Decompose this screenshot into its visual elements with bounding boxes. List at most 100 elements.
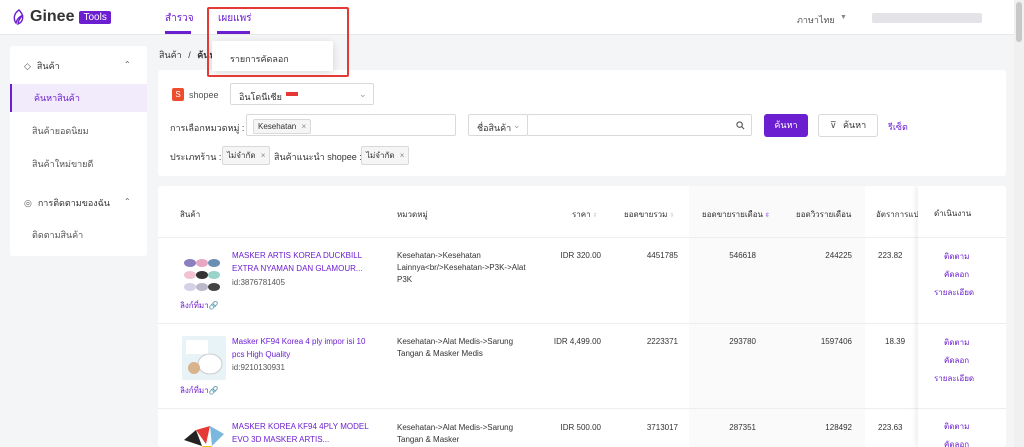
- total-sales-cell: 3713017: [646, 423, 678, 432]
- source-link[interactable]: ลิงก์ที่มา🔗: [180, 299, 219, 312]
- chevron-up-icon[interactable]: ⌃: [124, 197, 131, 206]
- product-thumbnail[interactable]: [182, 420, 226, 447]
- total-sales-cell: 4451785: [646, 251, 678, 260]
- sidebar: ◇ สินค้า ⌃ ค้นหาสินค้า สินค้ายอดนิยม สิน…: [10, 46, 147, 256]
- product-thumbnail[interactable]: [182, 336, 226, 380]
- col-header-monthly-sales[interactable]: ยอดขายรายเดือน ⇳: [702, 208, 770, 221]
- category-cell: Kesehatan->Kesehatan Lainnya<br/>Kesehat…: [397, 251, 526, 284]
- platform-label: shopee: [189, 90, 219, 100]
- product-title-link[interactable]: Masker KF94 Korea 4 ply impor isi 10 pcs…: [232, 335, 372, 361]
- sidebar-item-new-bestsellers[interactable]: สินค้าใหม่ขายดี: [10, 150, 147, 178]
- close-icon[interactable]: ×: [400, 151, 405, 160]
- chevron-down-icon: ⌄: [513, 120, 521, 130]
- recommend-tag: ไม่จำกัด ×: [361, 146, 410, 165]
- highlight-box: [207, 7, 349, 77]
- sort-icon[interactable]: ⇳: [669, 213, 674, 219]
- tab-explore-underline: [165, 31, 191, 34]
- conversion-cell: 223.63: [878, 423, 903, 432]
- shop-type-label: ประเภทร้าน :: [170, 152, 222, 162]
- conversion-cell: 18.39: [885, 337, 906, 346]
- row-actions: ติดตาม คัดลอก รายละเอียด: [934, 248, 974, 302]
- sort-icon[interactable]: ⇳: [593, 213, 598, 219]
- user-account-blurred[interactable]: [872, 13, 982, 23]
- total-sales-cell: 2223371: [646, 337, 678, 346]
- page-scrollbar-thumb[interactable]: [1016, 2, 1022, 42]
- category-cell: Kesehatan->Alat Medis->Sarung Tangan & M…: [397, 337, 514, 358]
- col-header-price-label: ราคา: [572, 210, 591, 219]
- product-id: id:3876781405: [232, 278, 285, 287]
- header-divider: [918, 237, 1006, 238]
- sidebar-item-search-products[interactable]: ค้นหาสินค้า: [10, 84, 147, 112]
- row-actions: ติดตาม คัดลอก: [944, 418, 969, 447]
- col-header-total-sales[interactable]: ยอดขายรวม ⇳: [624, 208, 674, 221]
- breadcrumb-separator: /: [188, 50, 191, 60]
- details-link[interactable]: รายละเอียด: [934, 284, 974, 302]
- sidebar-group-my-tracking[interactable]: ◎ การติดตามของฉัน: [24, 196, 110, 210]
- copy-link[interactable]: คัดลอก: [944, 436, 969, 447]
- follow-link[interactable]: ติดตาม: [944, 334, 974, 352]
- recommend-tag-label: ไม่จำกัด: [366, 151, 395, 160]
- sidebar-group-label: สินค้า: [36, 61, 60, 71]
- monthly-views-cell: 128492: [825, 423, 852, 432]
- language-selector[interactable]: ภาษาไทย: [797, 13, 835, 27]
- search-input[interactable]: [527, 114, 752, 136]
- ginee-leaf-icon: [13, 9, 24, 25]
- category-tag-label: Kesehatan: [258, 122, 297, 131]
- sidebar-item-popular-products[interactable]: สินค้ายอดนิยม: [10, 117, 147, 145]
- country-value: อินโดนีเซีย: [239, 92, 282, 102]
- source-link-label: ลิงก์ที่มา: [180, 386, 209, 395]
- header-divider: [158, 237, 1006, 238]
- sidebar-item-track-products[interactable]: ติดตามสินค้า: [10, 221, 147, 249]
- category-select[interactable]: Kesehatan ×: [246, 114, 456, 136]
- close-icon[interactable]: ×: [302, 122, 307, 131]
- tab-explore[interactable]: สำรวจ: [165, 11, 194, 26]
- copy-link[interactable]: คัดลอก: [944, 266, 974, 284]
- search-button[interactable]: ค้นหา: [764, 114, 808, 137]
- details-link[interactable]: รายละเอียด: [934, 370, 974, 388]
- row-divider: [158, 323, 1006, 324]
- product-title-link[interactable]: MASKER KOREA KF94 4PLY MODEL EVO 3D MASK…: [232, 420, 372, 446]
- search-field-select[interactable]: ชื่อสินค้า ⌄: [468, 114, 528, 136]
- filter-search-label: ค้นหา: [842, 120, 867, 130]
- logo-badge: Tools: [79, 10, 111, 24]
- country-select[interactable]: อินโดนีเซีย ⌄: [230, 83, 374, 105]
- chevron-up-icon[interactable]: ⌃: [124, 60, 131, 69]
- actions-column: ดำเนินงาน: [918, 186, 1006, 447]
- copy-link[interactable]: คัดลอก: [944, 352, 974, 370]
- recommend-label: สินค้าแนะนำ shopee :: [274, 152, 362, 162]
- follow-link[interactable]: ติดตาม: [944, 418, 969, 436]
- source-link-label: ลิงก์ที่มา: [180, 301, 209, 310]
- chevron-down-icon: ⌄: [359, 89, 367, 99]
- page-scrollbar[interactable]: [1014, 0, 1024, 447]
- tag-icon: ◇: [24, 60, 31, 71]
- col-header-price[interactable]: ราคา ⇳: [572, 208, 598, 221]
- top-bar: Ginee Tools สำรวจ เผยแพร่ ภาษาไทย ▼: [0, 0, 1024, 35]
- col-header-conversion[interactable]: อัตราการแปล: [876, 208, 924, 221]
- sidebar-group-products[interactable]: ◇ สินค้า: [24, 59, 60, 73]
- target-icon: ◎: [24, 197, 32, 208]
- row-divider: [918, 408, 1006, 409]
- sort-desc-icon[interactable]: ⇳: [765, 213, 770, 219]
- price-cell: IDR 4,499.00: [553, 337, 601, 346]
- category-tag: Kesehatan ×: [253, 119, 312, 134]
- search-field-value: ชื่อสินค้า: [477, 123, 512, 133]
- col-header-actions: ดำเนินงาน: [934, 209, 972, 218]
- source-link[interactable]: ลิงก์ที่มา🔗: [180, 384, 219, 397]
- product-id: id:9210130931: [232, 363, 285, 372]
- logo[interactable]: Ginee Tools: [12, 8, 111, 26]
- breadcrumb-root[interactable]: สินค้า: [159, 50, 182, 60]
- row-actions: ติดตาม คัดลอก รายละเอียด: [934, 334, 974, 388]
- indonesia-flag-icon: [286, 92, 298, 96]
- col-header-product: สินค้า: [180, 210, 201, 219]
- product-title-link[interactable]: MASKER ARTIS KOREA DUCKBILL EXTRA NYAMAN…: [232, 249, 372, 275]
- sidebar-group-label: การติดตามของฉัน: [37, 198, 110, 208]
- chevron-down-icon[interactable]: ▼: [840, 14, 847, 21]
- reset-link[interactable]: รีเซ็ต: [888, 120, 908, 134]
- search-icon[interactable]: [736, 121, 745, 130]
- shop-type-tag-label: ไม่จำกัด: [227, 151, 256, 160]
- close-icon[interactable]: ×: [261, 151, 266, 160]
- product-thumbnail[interactable]: [182, 253, 226, 297]
- col-header-monthly-views[interactable]: ยอดวิวรายเดือน: [796, 208, 851, 221]
- follow-link[interactable]: ติดตาม: [944, 248, 974, 266]
- filter-search-button[interactable]: ⊽ ค้นหา: [818, 114, 878, 137]
